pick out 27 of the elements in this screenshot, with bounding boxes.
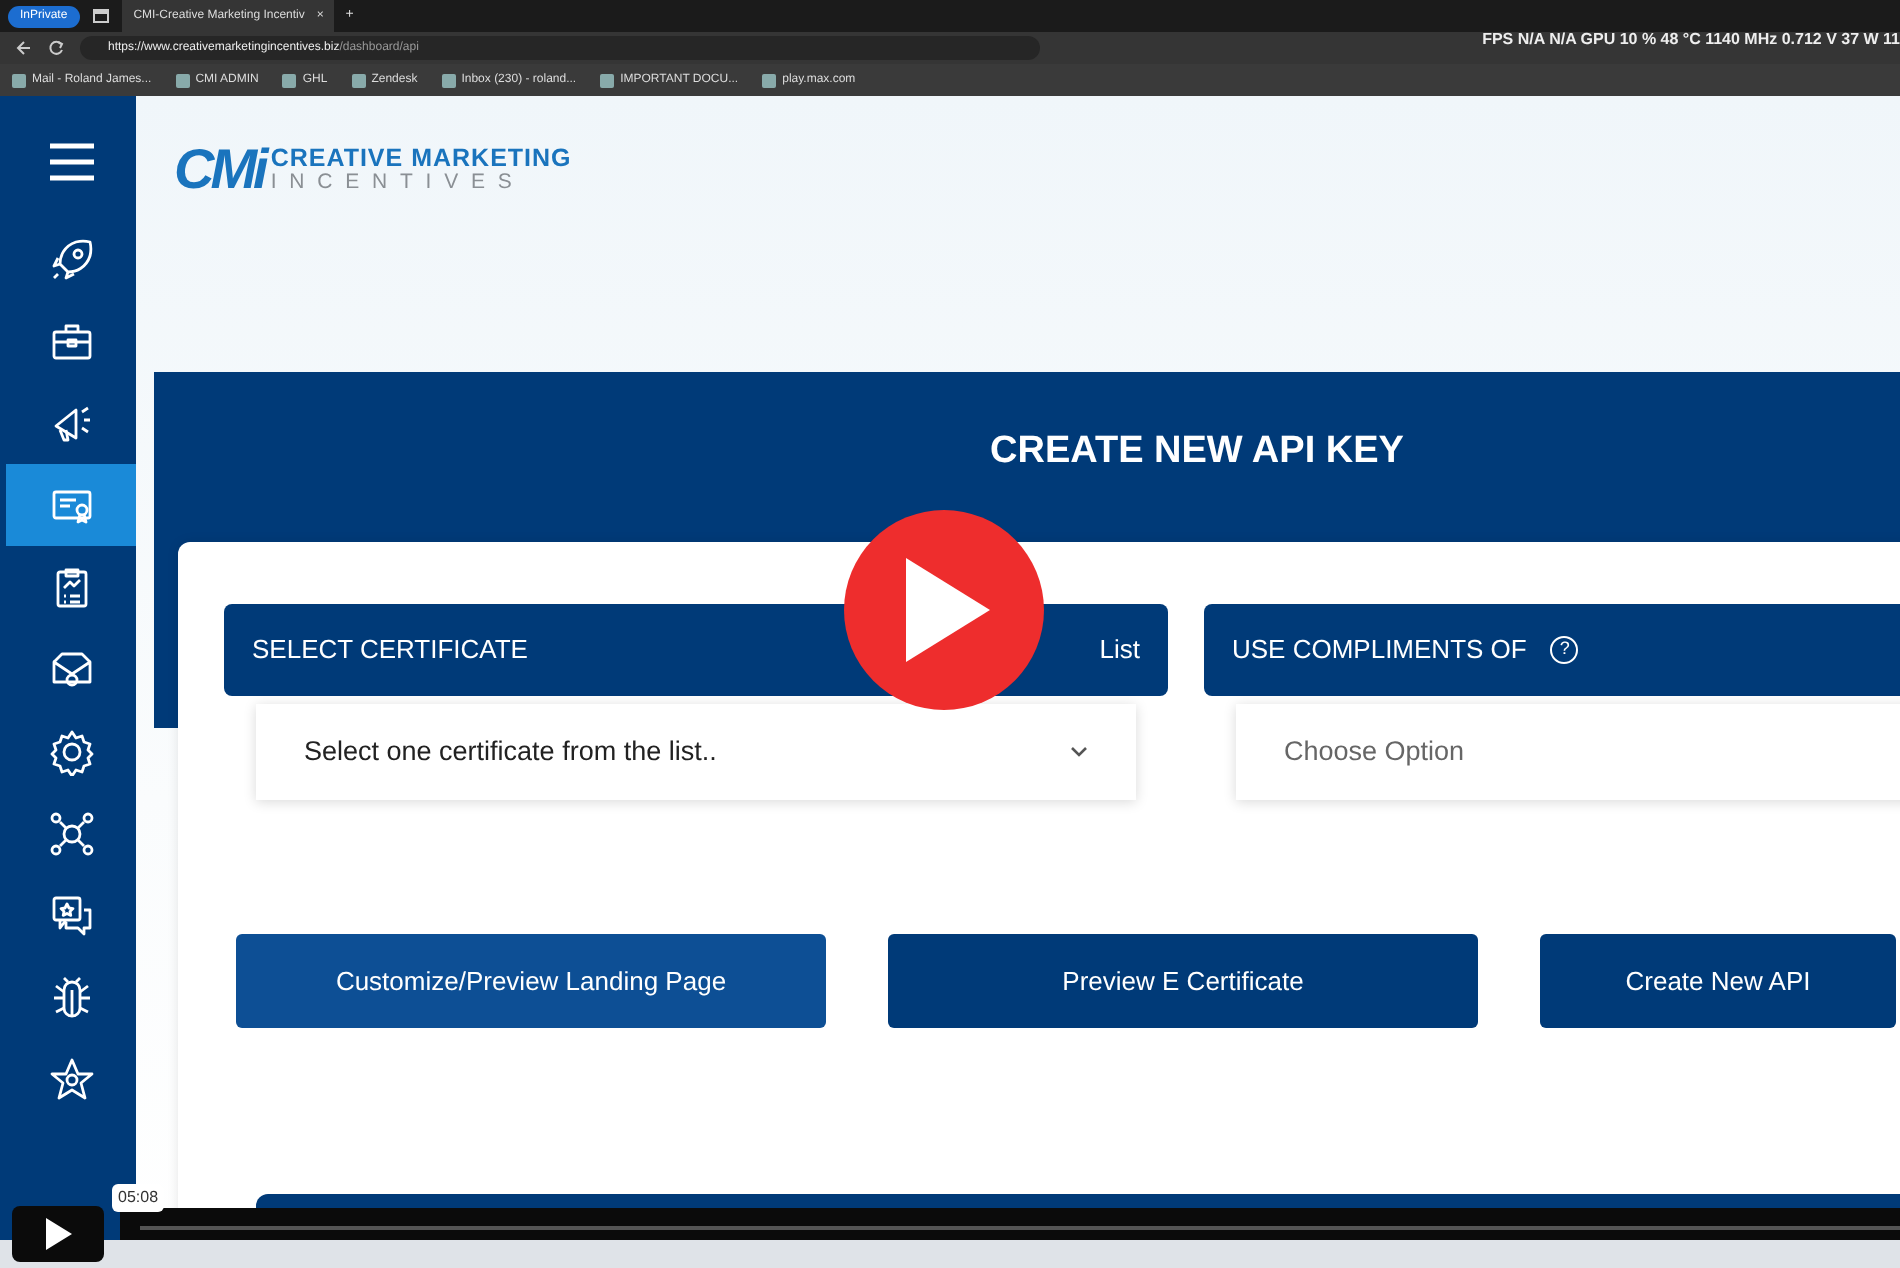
back-icon[interactable] [16, 40, 32, 56]
logo-tagline: INCENTIVES [270, 171, 527, 192]
chat-icon [47, 891, 95, 939]
action-button[interactable]: Customize/Preview Landing Page [236, 934, 826, 1028]
play-icon [42, 1216, 74, 1252]
tab-actions-icon[interactable] [91, 8, 110, 24]
select-field[interactable]: Choose Option [1236, 704, 1900, 800]
action-button[interactable]: Preview E Certificate [888, 934, 1478, 1028]
play-button[interactable] [12, 1206, 104, 1262]
gear-icon [47, 727, 95, 775]
action-button[interactable]: Create New API [1540, 934, 1896, 1028]
refresh-icon[interactable] [48, 40, 64, 56]
rocket-icon [47, 235, 95, 283]
field-label: SELECT CERTIFICATE [252, 632, 528, 669]
menu-icon [47, 141, 95, 181]
field-label: USE COMPLIMENTS OF [1232, 632, 1527, 669]
logo-mark: CMi [174, 141, 265, 197]
star-icon [47, 1055, 95, 1103]
timestamp-tooltip: 05:08 [112, 1184, 165, 1212]
list-link[interactable]: List [1099, 630, 1140, 670]
help-icon[interactable]: ? [1550, 636, 1579, 664]
performance-overlay: FPS N/A N/A GPU 10 % 48 °C 1140 MHz 0.712 V 37 W 11 [1482, 28, 1900, 52]
page-title: CREATE NEW API KEY [990, 428, 1404, 476]
chevron-down-icon [1070, 746, 1088, 758]
logo-text: CREATIVE MARKETING [270, 146, 572, 171]
select-field[interactable]: Select one certificate from the list.. [256, 704, 1136, 800]
network-icon [47, 809, 95, 857]
